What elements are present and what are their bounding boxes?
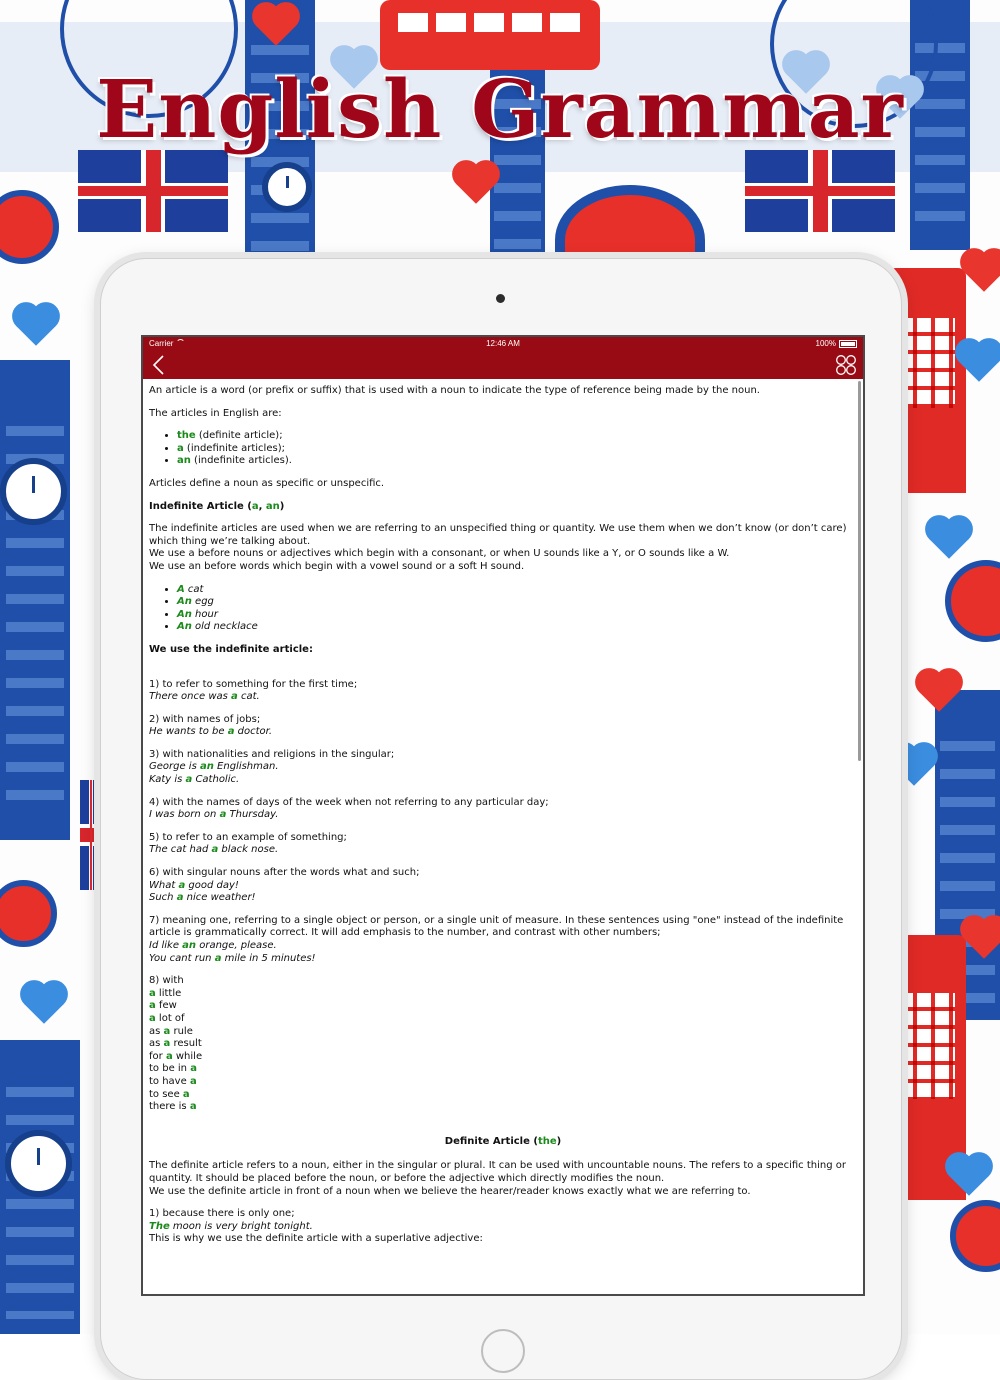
tablet-device: Carrier 12:46 AM 100% An article is a wo… <box>100 258 902 1380</box>
use-rule-7: 7) meaning one, referring to a single ob… <box>149 914 844 964</box>
app-screen: Carrier 12:46 AM 100% An article is a wo… <box>141 335 865 1296</box>
battery-status: 100% <box>816 339 857 348</box>
indefinite-examples: A cat An egg An hour An old necklace <box>149 584 857 634</box>
use-rule-3: 3) with nationalities and religions in t… <box>149 748 395 786</box>
indefinite-description: The indefinite articles are used when we… <box>149 523 847 572</box>
grid-icon[interactable] <box>835 354 857 376</box>
article-content: An article is a word (or prefix or suffi… <box>143 379 863 1246</box>
list-item: An hour <box>177 609 857 622</box>
list-item: A cat <box>177 584 857 597</box>
use-rule-2: 2) with names of jobs; He wants to be a … <box>149 713 273 738</box>
use-rule-5: 5) to refer to an example of something; … <box>149 831 347 856</box>
define-line: Articles define a noun as specific or un… <box>149 477 385 489</box>
use-rule-1: 1) to refer to something for the first t… <box>149 678 358 703</box>
use-heading: We use the indefinite article: <box>149 643 313 655</box>
list-item: the (definite article); <box>177 430 857 443</box>
nav-bar <box>143 351 863 379</box>
definite-heading: Definite Article (the) <box>444 1135 562 1147</box>
list-item: a (indefinite articles); <box>177 443 857 456</box>
definite-rule-1: 1) because there is only one; The moon i… <box>149 1208 483 1245</box>
use-rule-4: 4) with the names of days of the week wh… <box>149 796 549 821</box>
indefinite-heading: Indefinite Article (a, an) <box>149 500 285 512</box>
app-title: English Grammar <box>96 62 904 156</box>
chevron-left-icon[interactable] <box>149 354 169 376</box>
battery-icon <box>839 339 857 348</box>
definite-description: The definite article refers to a noun, e… <box>149 1160 846 1197</box>
list-item: an (indefinite articles). <box>177 455 857 468</box>
clock-time: 12:46 AM <box>486 339 520 348</box>
articles-list: the (definite article); a (indefinite ar… <box>149 430 857 468</box>
status-bar: Carrier 12:46 AM 100% <box>143 337 863 351</box>
use-rule-6: 6) with singular nouns after the words w… <box>149 867 420 904</box>
articles-intro: The articles in English are: <box>149 407 282 419</box>
intro-paragraph: An article is a word (or prefix or suffi… <box>149 385 760 396</box>
home-button[interactable] <box>481 1329 525 1373</box>
list-item: An old necklace <box>177 621 857 634</box>
camera <box>496 294 505 303</box>
list-item: An egg <box>177 596 857 609</box>
use-rule-8: 8) with a little a few a lot of as a rul… <box>149 975 203 1113</box>
scrollbar[interactable] <box>858 381 861 761</box>
